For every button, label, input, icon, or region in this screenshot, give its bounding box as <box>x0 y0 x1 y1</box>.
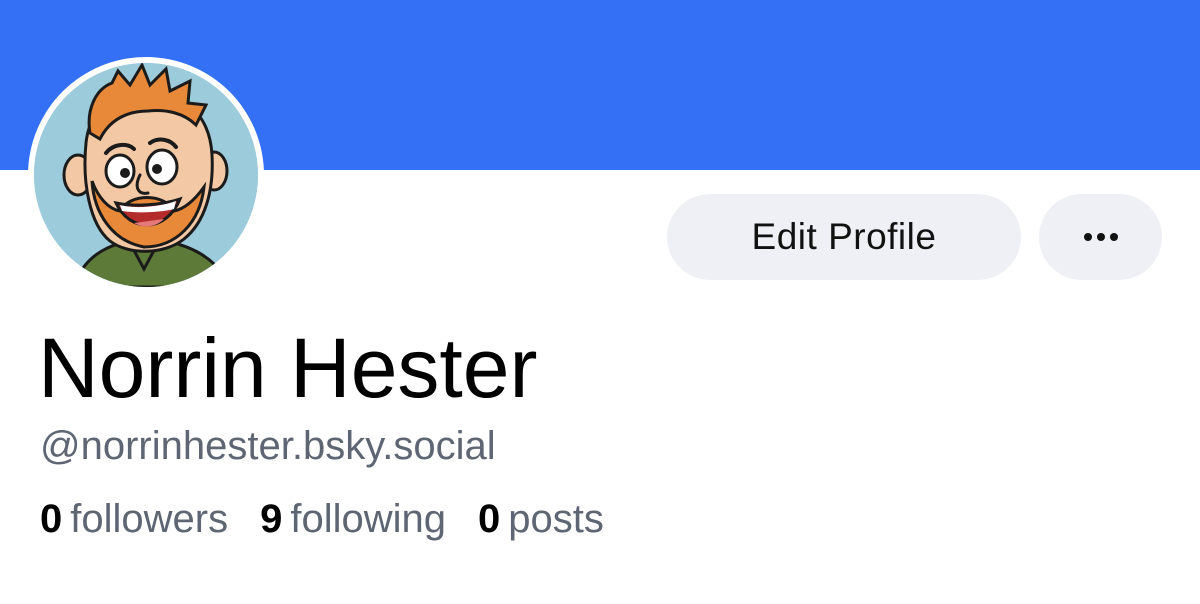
posts-stat: 0 posts <box>478 494 604 544</box>
display-name: Norrin Hester <box>38 321 538 415</box>
avatar-illustration <box>34 63 258 287</box>
avatar-border <box>28 57 264 293</box>
followers-count: 0 <box>40 497 63 541</box>
edit-profile-button[interactable]: Edit Profile <box>667 194 1021 280</box>
following-label: following <box>290 497 446 541</box>
followers-stat[interactable]: 0 followers <box>40 494 228 544</box>
profile-handle: @norrinhester.bsky.social <box>40 424 496 468</box>
following-stat[interactable]: 9 following <box>260 494 446 544</box>
following-count: 9 <box>260 497 283 541</box>
ellipsis-icon <box>1083 233 1118 241</box>
avatar[interactable] <box>34 63 258 287</box>
posts-label: posts <box>508 497 604 541</box>
more-options-button[interactable] <box>1039 194 1162 280</box>
posts-count: 0 <box>478 497 501 541</box>
profile-stats: 0 followers 9 following 0 posts <box>40 494 636 544</box>
followers-label: followers <box>70 497 229 541</box>
